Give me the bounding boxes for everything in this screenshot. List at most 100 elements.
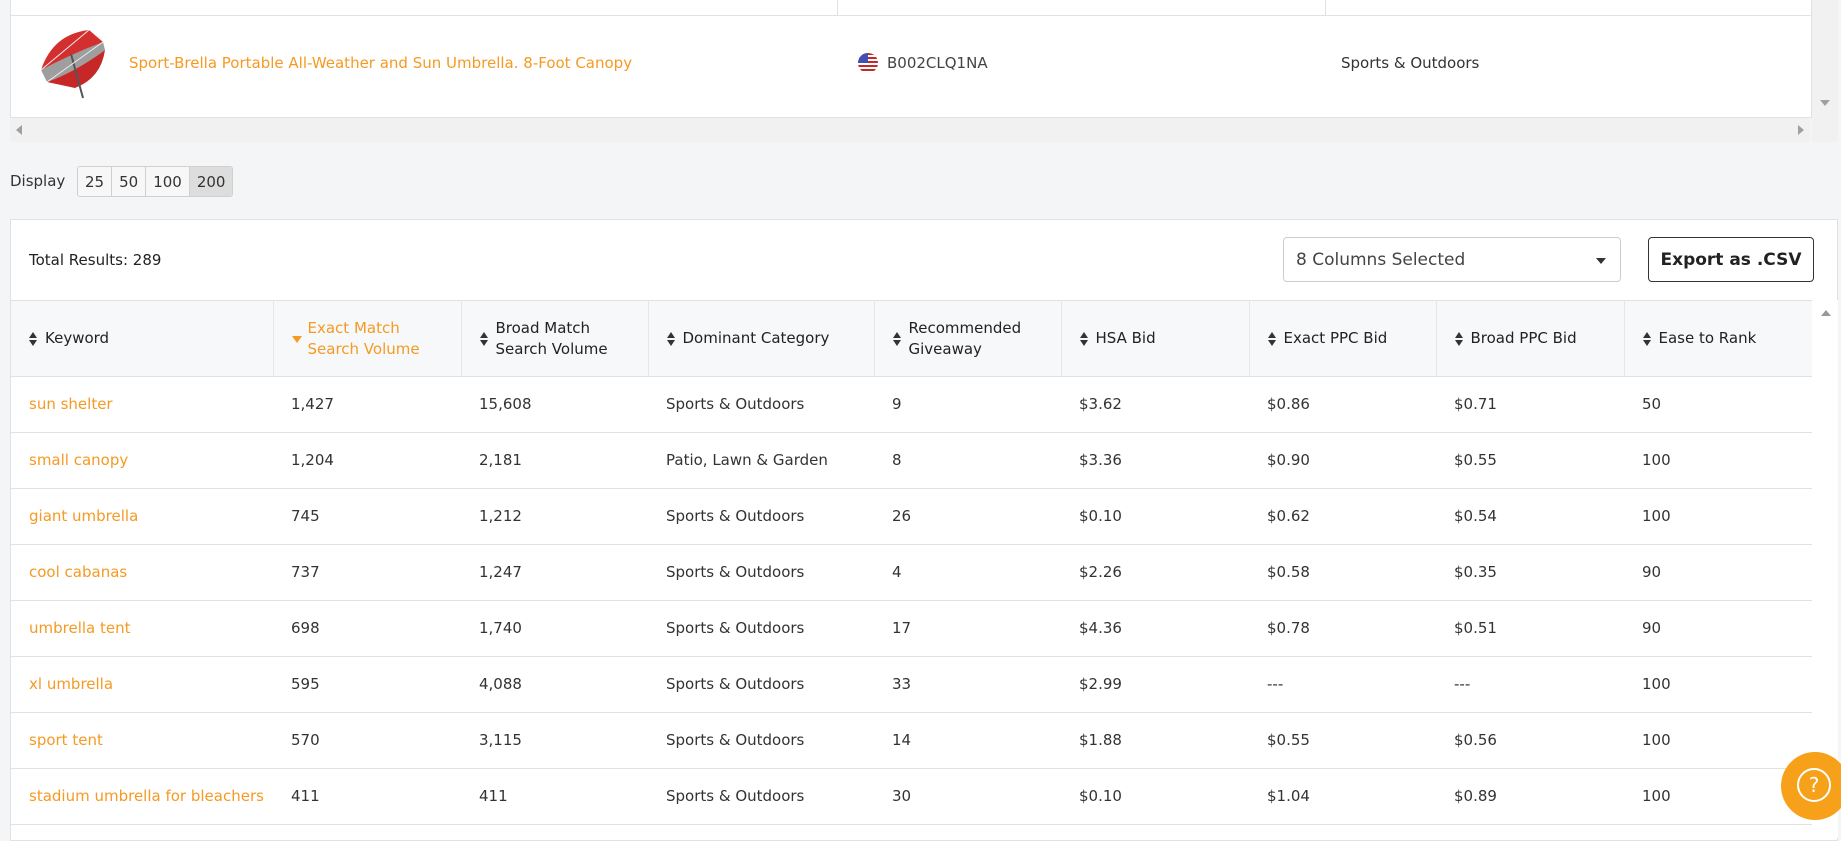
broad-match-volume-cell: 1,212 [461, 488, 648, 545]
column-header-label: Broad PPC Bid [1470, 329, 1577, 347]
sort-icon [892, 331, 901, 347]
exact-ppc-bid-cell: --- [1249, 656, 1436, 713]
table-row: giant umbrella 745 1,212 Sports & Outdoo… [11, 488, 1812, 545]
exact-match-volume-cell: 411 [273, 768, 461, 825]
hsa-bid-cell: $2.26 [1061, 544, 1249, 601]
keyword-link[interactable]: cool cabanas [11, 544, 273, 601]
exact-match-volume-cell: 737 [273, 544, 461, 601]
display-label: Display [10, 172, 66, 190]
exact-match-volume-cell: 745 [273, 488, 461, 545]
display-option-200[interactable]: 200 [189, 167, 233, 196]
hsa-bid-cell: $0.10 [1061, 488, 1249, 545]
sort-descending-icon [291, 331, 302, 347]
recommended-giveaway-cell: 4 [874, 544, 1061, 601]
column-header-broad-ppc-bid[interactable]: Broad PPC Bid [1436, 300, 1625, 377]
column-header-exact-match-search-volume[interactable]: Exact Match Search Volume [273, 300, 462, 377]
keyword-link[interactable]: giant umbrella [11, 488, 273, 545]
sort-icon [1267, 331, 1276, 347]
total-results: Total Results: 289 [29, 251, 162, 269]
column-header-label: Recommended Giveaway [908, 318, 1022, 358]
exact-match-volume-cell: 1,204 [273, 432, 461, 489]
broad-match-volume-cell: 3,115 [461, 712, 648, 769]
keyword-link[interactable]: sun shelter [11, 376, 273, 433]
column-header-label: Ease to Rank [1658, 329, 1757, 347]
broad-ppc-bid-cell: --- [1436, 656, 1624, 713]
keyword-link[interactable]: stadium umbrella for bleachers [11, 768, 273, 825]
column-header-hsa-bid[interactable]: HSA Bid [1061, 300, 1250, 377]
vertical-scrollbar[interactable] [1812, 0, 1838, 142]
table-row: xl umbrella 595 4,088 Sports & Outdoors … [11, 656, 1812, 713]
column-header-exact-ppc-bid[interactable]: Exact PPC Bid [1249, 300, 1437, 377]
column-header-label: Dominant Category [682, 329, 830, 347]
broad-match-volume-cell: 411 [461, 768, 648, 825]
broad-match-volume-cell: 2,181 [461, 432, 648, 489]
column-divider [837, 0, 838, 15]
exact-match-volume-cell: 1,427 [273, 376, 461, 433]
umbrella-product-image[interactable] [31, 24, 109, 102]
broad-match-volume-cell: 1,247 [461, 544, 648, 601]
scroll-up-icon[interactable] [1821, 310, 1831, 316]
recommended-giveaway-cell: 8 [874, 432, 1061, 489]
exact-match-volume-cell: 570 [273, 712, 461, 769]
sort-icon [29, 331, 37, 347]
exact-ppc-bid-cell: $0.86 [1249, 376, 1436, 433]
column-header-label: Exact PPC Bid [1283, 329, 1388, 347]
dominant-category-cell: Sports & Outdoors [648, 488, 874, 545]
help-button[interactable]: ? [1781, 752, 1841, 820]
dominant-category-cell: Sports & Outdoors [648, 376, 874, 433]
column-header-dominant-category[interactable]: Dominant Category [648, 300, 875, 377]
scroll-right-icon [1798, 125, 1804, 135]
table-row: sun shelter 1,427 15,608 Sports & Outdoo… [11, 376, 1812, 433]
scroll-down-icon [1820, 100, 1830, 106]
dominant-category-cell: Sports & Outdoors [648, 768, 874, 825]
display-option-25[interactable]: 25 [78, 167, 113, 196]
columns-select-dropdown[interactable]: 8 Columns Selected [1283, 237, 1621, 282]
keyword-link[interactable]: small canopy [11, 432, 273, 489]
ease-to-rank-cell: 90 [1624, 544, 1812, 601]
horizontal-scrollbar[interactable] [10, 118, 1810, 142]
sort-icon [1454, 331, 1463, 347]
exact-match-volume-cell: 698 [273, 600, 461, 657]
exact-match-volume-cell: 595 [273, 656, 461, 713]
column-header-keyword[interactable]: Keyword [11, 300, 274, 377]
sort-icon [1642, 331, 1651, 347]
hsa-bid-cell: $1.88 [1061, 712, 1249, 769]
export-csv-button[interactable]: Export as .CSV [1648, 237, 1814, 282]
exact-ppc-bid-cell: $0.78 [1249, 600, 1436, 657]
sort-icon [1079, 331, 1088, 347]
dominant-category-cell: Patio, Lawn & Garden [648, 432, 874, 489]
table-row: small canopy 1,204 2,181 Patio, Lawn & G… [11, 432, 1812, 489]
ease-to-rank-cell: 100 [1624, 712, 1812, 769]
exact-ppc-bid-cell: $0.62 [1249, 488, 1436, 545]
keywords-table: Keyword Exact Match Search Volume Broad … [11, 300, 1812, 825]
chevron-down-icon [1596, 258, 1606, 264]
column-header-recommended-giveaway[interactable]: Recommended Giveaway [874, 300, 1062, 377]
keyword-link[interactable]: umbrella tent [11, 600, 273, 657]
column-header-broad-match-search-volume[interactable]: Broad Match Search Volume [461, 300, 649, 377]
ease-to-rank-cell: 100 [1624, 656, 1812, 713]
broad-ppc-bid-cell: $0.55 [1436, 432, 1624, 489]
scroll-left-icon [16, 125, 22, 135]
hsa-bid-cell: $0.10 [1061, 768, 1249, 825]
display-option-50[interactable]: 50 [112, 167, 147, 196]
dominant-category-cell: Sports & Outdoors [648, 544, 874, 601]
product-title-link[interactable]: Sport-Brella Portable All-Weather and Su… [129, 54, 632, 72]
broad-ppc-bid-cell: $0.54 [1436, 488, 1624, 545]
sort-icon [479, 331, 488, 347]
keyword-link[interactable]: sport tent [11, 712, 273, 769]
column-divider [1325, 0, 1326, 15]
ease-to-rank-cell: 50 [1624, 376, 1812, 433]
recommended-giveaway-cell: 9 [874, 376, 1061, 433]
display-option-100[interactable]: 100 [146, 167, 190, 196]
results-panel: Total Results: 289 8 Columns Selected Ex… [10, 219, 1838, 841]
exact-ppc-bid-cell: $1.04 [1249, 768, 1436, 825]
column-header-ease-to-rank[interactable]: Ease to Rank [1624, 300, 1812, 377]
column-header-label: Exact Match Search Volume [307, 318, 420, 358]
keyword-link[interactable]: xl umbrella [11, 656, 273, 713]
exact-ppc-bid-cell: $0.58 [1249, 544, 1436, 601]
hsa-bid-cell: $3.36 [1061, 432, 1249, 489]
recommended-giveaway-cell: 26 [874, 488, 1061, 545]
recommended-giveaway-cell: 30 [874, 768, 1061, 825]
dominant-category-cell: Sports & Outdoors [648, 712, 874, 769]
table-row: umbrella tent 698 1,740 Sports & Outdoor… [11, 600, 1812, 657]
